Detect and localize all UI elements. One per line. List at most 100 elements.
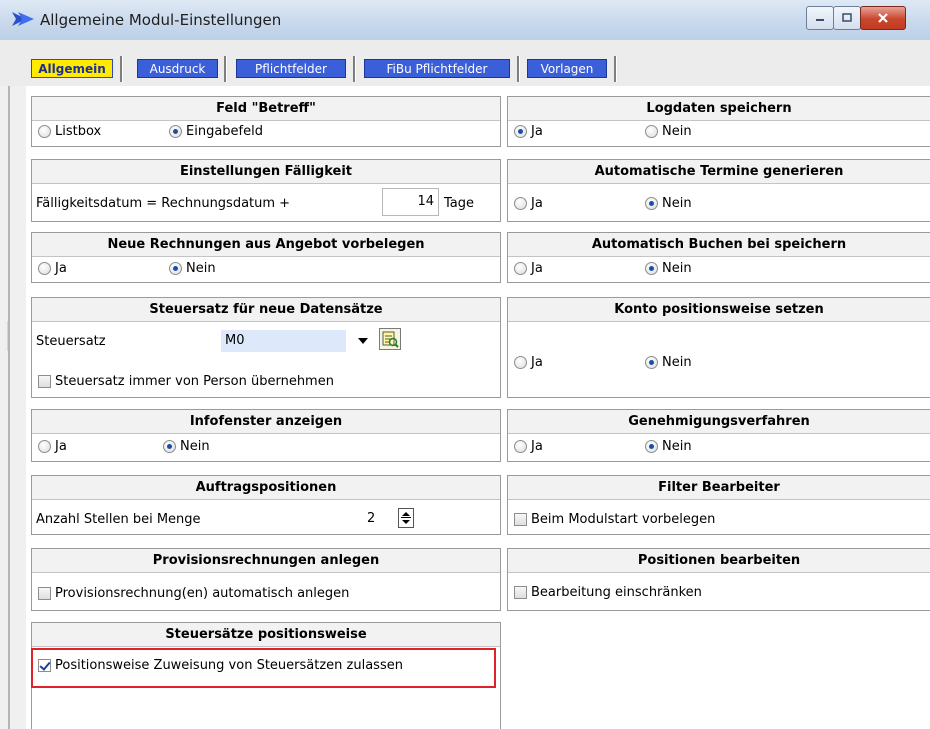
panel-title: Infofenster anzeigen	[32, 410, 500, 434]
minimize-button[interactable]	[806, 6, 834, 30]
steuersatz-select[interactable]: M0	[221, 330, 346, 352]
radio-angebot-ja[interactable]: Ja	[38, 261, 67, 276]
radio-label: Nein	[186, 261, 216, 276]
lookup-button[interactable]	[379, 328, 401, 350]
anzahl-stellen-label: Anzahl Stellen bei Menge	[36, 512, 201, 527]
window-title: Allgemeine Modul-Einstellungen	[40, 11, 282, 29]
title-bar[interactable]: Allgemeine Modul-Einstellungen	[0, 0, 930, 41]
radio-button[interactable]	[514, 440, 527, 453]
stepper-icon[interactable]	[398, 508, 414, 528]
radio-infofenster-ja[interactable]: Ja	[38, 439, 67, 454]
radio-label: Nein	[662, 439, 692, 454]
radio-button[interactable]	[514, 125, 527, 138]
lookup-icon	[382, 331, 399, 348]
tab-separator	[614, 56, 617, 82]
checkbox-label: Steuersatz immer von Person übernehmen	[55, 374, 334, 389]
tab-pflichtfelder[interactable]: Pflichtfelder	[236, 59, 346, 78]
left-strip	[0, 86, 26, 729]
panel-faelligkeit: Einstellungen Fälligkeit Fälligkeitsdatu…	[31, 159, 501, 222]
minimize-icon	[816, 19, 824, 21]
radio-label: Ja	[531, 196, 543, 211]
radio-konto-ja[interactable]: Ja	[514, 355, 543, 370]
radio-button[interactable]	[645, 197, 658, 210]
highlight-box	[31, 648, 496, 688]
panel-steuersatz: Steuersatz für neue Datensätze Steuersat…	[31, 297, 501, 398]
tab-fibu-pflichtfelder[interactable]: FiBu Pflichtfelder	[364, 59, 510, 78]
panel-title: Auftragspositionen	[32, 476, 500, 500]
radio-buchen-ja[interactable]: Ja	[514, 261, 543, 276]
panel-title: Genehmigungsverfahren	[508, 410, 930, 434]
window-controls	[806, 6, 906, 30]
panel-title: Automatisch Buchen bei speichern	[508, 233, 930, 257]
checkbox-label: Provisionsrechnung(en) automatisch anleg…	[55, 586, 350, 601]
tab-ausdruck[interactable]: Ausdruck	[137, 59, 218, 78]
radio-button[interactable]	[514, 262, 527, 275]
panel-infofenster: Infofenster anzeigen Ja Nein	[31, 409, 501, 462]
radio-label: Ja	[55, 261, 67, 276]
checkbox-label: Bearbeitung einschränken	[531, 585, 702, 600]
radio-button[interactable]	[169, 125, 182, 138]
radio-label: Ja	[531, 439, 543, 454]
radio-button[interactable]	[645, 440, 658, 453]
checkbox[interactable]	[38, 375, 51, 388]
radio-button[interactable]	[514, 197, 527, 210]
radio-button[interactable]	[645, 262, 658, 275]
checkbox-bearbeitung[interactable]: Bearbeitung einschränken	[514, 585, 702, 600]
maximize-button[interactable]	[833, 6, 861, 30]
radio-button[interactable]	[645, 356, 658, 369]
radio-button[interactable]	[645, 125, 658, 138]
radio-infofenster-nein[interactable]: Nein	[163, 439, 210, 454]
checkbox-steuersatz-person[interactable]: Steuersatz immer von Person übernehmen	[38, 374, 334, 389]
panel-buchen: Automatisch Buchen bei speichern Ja Nein	[507, 232, 930, 283]
close-button[interactable]	[860, 6, 906, 30]
checkbox[interactable]	[514, 586, 527, 599]
panel-angebot-vorbelegen: Neue Rechnungen aus Angebot vorbelegen J…	[31, 232, 501, 283]
radio-label: Ja	[55, 439, 67, 454]
radio-label: Nein	[662, 261, 692, 276]
radio-button[interactable]	[514, 356, 527, 369]
radio-genehmigung-ja[interactable]: Ja	[514, 439, 543, 454]
panel-title: Steuersätze positionsweise	[32, 623, 500, 647]
close-icon	[878, 13, 888, 23]
panel-title: Neue Rechnungen aus Angebot vorbelegen	[32, 233, 500, 257]
checkbox[interactable]	[38, 587, 51, 600]
radio-button[interactable]	[38, 440, 51, 453]
anzahl-stellen-value[interactable]: 2	[367, 511, 375, 526]
chevron-down-icon[interactable]	[353, 330, 373, 352]
radio-angebot-nein[interactable]: Nein	[169, 261, 216, 276]
settings-window: Allgemeine Modul-Einstellungen Allgemein…	[0, 0, 930, 729]
radio-buchen-nein[interactable]: Nein	[645, 261, 692, 276]
radio-termine-nein[interactable]: Nein	[645, 196, 692, 211]
panel-provision: Provisionsrechnungen anlegen Provisionsr…	[31, 548, 501, 611]
radio-genehmigung-nein[interactable]: Nein	[645, 439, 692, 454]
radio-logdaten-nein[interactable]: Nein	[645, 124, 692, 139]
app-arrow-icon	[12, 12, 34, 26]
panel-title: Automatische Termine generieren	[508, 160, 930, 184]
radio-label: Ja	[531, 355, 543, 370]
radio-button[interactable]	[38, 262, 51, 275]
tab-vorlagen[interactable]: Vorlagen	[527, 59, 607, 78]
radio-label: Ja	[531, 261, 543, 276]
panel-positionen-bearbeiten: Positionen bearbeiten Bearbeitung einsch…	[507, 548, 930, 611]
panel-title: Logdaten speichern	[508, 97, 930, 121]
radio-button[interactable]	[163, 440, 176, 453]
radio-konto-nein[interactable]: Nein	[645, 355, 692, 370]
radio-label: Nein	[662, 124, 692, 139]
panel-auftragspositionen: Auftragspositionen Anzahl Stellen bei Me…	[31, 475, 501, 535]
radio-termine-ja[interactable]: Ja	[514, 196, 543, 211]
radio-label: Nein	[180, 439, 210, 454]
faelligkeit-days-input[interactable]: 14	[382, 188, 439, 216]
tab-separator	[517, 56, 520, 82]
radio-label: Eingabefeld	[186, 124, 263, 139]
checkbox-provision[interactable]: Provisionsrechnung(en) automatisch anleg…	[38, 586, 349, 601]
radio-button[interactable]	[169, 262, 182, 275]
radio-listbox[interactable]: Listbox	[38, 124, 101, 139]
tab-separator	[224, 56, 227, 82]
radio-logdaten-ja[interactable]: Ja	[514, 124, 543, 139]
checkbox-modulstart[interactable]: Beim Modulstart vorbelegen	[514, 512, 715, 527]
checkbox[interactable]	[514, 513, 527, 526]
panel-feld-betreff: Feld "Betreff" Listbox Eingabefeld	[31, 96, 501, 147]
radio-eingabefeld[interactable]: Eingabefeld	[169, 124, 263, 139]
tab-allgemein[interactable]: Allgemein	[31, 59, 113, 78]
radio-button[interactable]	[38, 125, 51, 138]
